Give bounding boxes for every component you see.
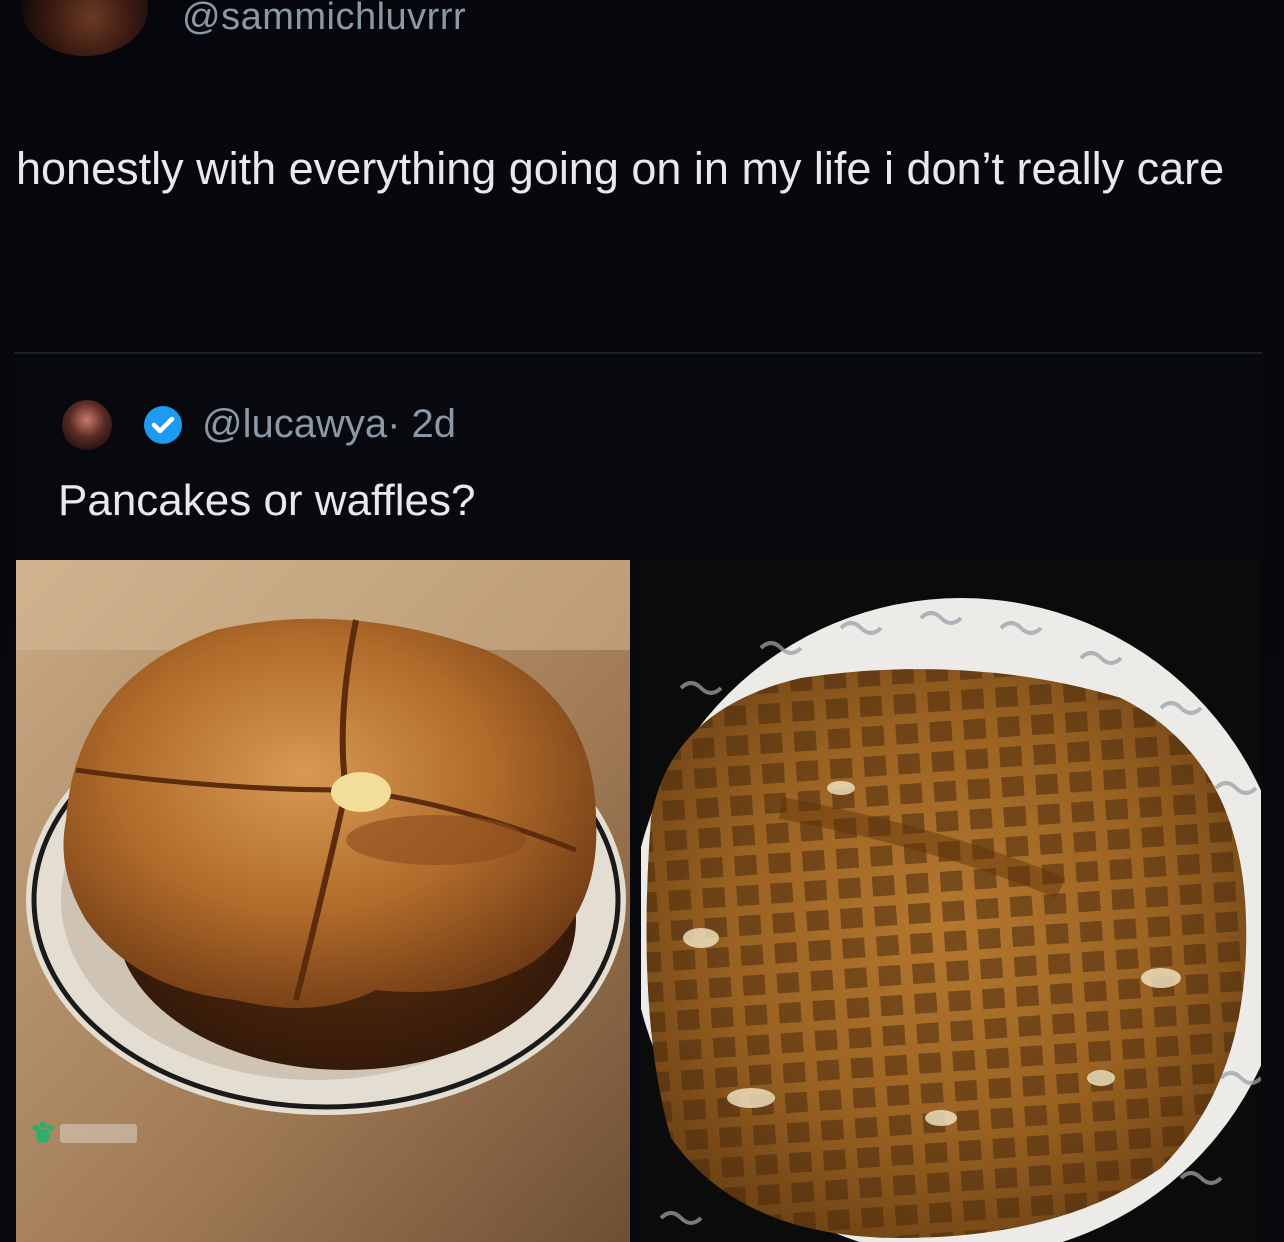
paw-icon xyxy=(32,1121,54,1143)
quoted-handle-text: @lucawya xyxy=(202,402,388,446)
watermark-text xyxy=(60,1123,138,1143)
tweet-card: @sammichluvrrr honestly with everything … xyxy=(0,0,1284,1242)
tweet-text: honestly with everything going on in my … xyxy=(16,143,1225,194)
quoted-author-handle: @lucawya· 2d xyxy=(202,402,456,447)
pancakes-photo[interactable] xyxy=(16,560,630,1242)
watermark-logo xyxy=(30,1120,138,1146)
quoted-timestamp: · 2d xyxy=(387,402,457,446)
verified-badge-icon xyxy=(144,406,182,444)
quoted-tweet-text: Pancakes or waffles? xyxy=(58,476,476,525)
waffle-photo[interactable] xyxy=(641,558,1261,1242)
waffle-image xyxy=(641,558,1261,1242)
quoted-author-avatar xyxy=(62,400,112,450)
author-avatar[interactable] xyxy=(22,0,148,56)
author-handle[interactable]: @sammichluvrrr xyxy=(182,0,466,39)
